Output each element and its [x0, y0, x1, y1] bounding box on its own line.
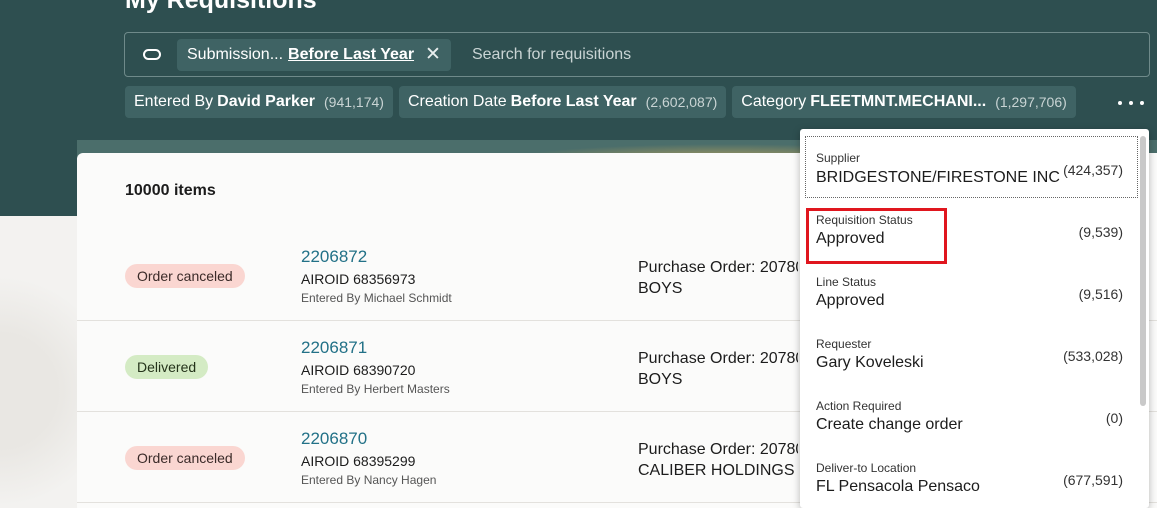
dropdown-item-label: Action Required: [816, 399, 902, 413]
dropdown-item-value: FL Pensacola Pensaco: [816, 478, 980, 495]
dropdown-item-label: Line Status: [816, 275, 877, 289]
dropdown-item-count: (9,539): [1078, 224, 1123, 240]
facet-chip-row: Entered By David Parker (941,174) Creati…: [125, 86, 1076, 118]
submission-filter-chip[interactable]: Submission... Before Last Year ✕: [177, 38, 451, 71]
status-badge: Delivered: [125, 355, 209, 379]
dropdown-item-value: BRIDGESTONE/FIRESTONE INC: [816, 169, 1060, 186]
purchase-order-text: Purchase Order: 20780: [638, 259, 798, 276]
status-badge: Order canceled: [125, 446, 245, 470]
search-input[interactable]: [471, 45, 972, 64]
entered-by-text: Entered By Nancy Hagen: [301, 473, 437, 487]
dropdown-item-count: (533,028): [1063, 348, 1123, 364]
close-icon[interactable]: ✕: [425, 45, 441, 64]
requisition-number-link[interactable]: 2206871: [301, 338, 367, 358]
page: My Requisitions Submission... Before Las…: [0, 0, 1157, 508]
dropdown-item-count: (9,516): [1078, 286, 1123, 302]
dropdown-item-label: Requester: [816, 337, 872, 351]
background-decoration: [0, 216, 77, 508]
requisition-number-link[interactable]: 2206872: [301, 247, 367, 267]
facet-count: (2,602,087): [645, 94, 718, 110]
facet-chip-entered-by[interactable]: Entered By David Parker (941,174): [125, 86, 393, 118]
dropdown-scrollbar[interactable]: [1140, 136, 1146, 406]
facet-value: Before Last Year: [510, 93, 637, 110]
dropdown-item-value: Gary Koveleski: [816, 354, 924, 371]
filter-chip-label: Submission...: [187, 45, 284, 63]
dropdown-item-value: Approved: [816, 292, 885, 309]
dropdown-item-label: Deliver-to Location: [816, 461, 917, 475]
requisition-description: AIROID 68395299: [301, 453, 416, 469]
entered-by-text: Entered By Michael Schmidt: [301, 291, 452, 305]
dropdown-item-deliver-to-location[interactable]: Deliver-to Location FL Pensacola Pensaco…: [800, 439, 1140, 501]
dropdown-item-label: Supplier: [816, 151, 861, 165]
dropdown-item-count: (0): [1105, 410, 1123, 426]
facet-count: (941,174): [324, 94, 384, 110]
requisition-description: AIROID 68356973: [301, 271, 416, 287]
facet-label: Category: [741, 93, 807, 110]
facet-chip-creation-date[interactable]: Creation Date Before Last Year (2,602,08…: [398, 86, 727, 118]
items-count: 10000 items: [125, 182, 216, 199]
facet-label: Creation Date: [407, 93, 507, 110]
page-title: My Requisitions: [125, 0, 317, 14]
supplier-text: CALIBER HOLDINGS LL: [638, 462, 798, 479]
facet-value: FLEETMNT.MECHANI...: [810, 93, 987, 110]
facet-label: Entered By: [134, 93, 214, 110]
search-bar[interactable]: Submission... Before Last Year ✕: [124, 32, 1150, 77]
dropdown-item-count: (677,591): [1063, 472, 1123, 488]
facet-count: (1,297,706): [995, 94, 1067, 110]
purchase-order-text: Purchase Order: 20780: [638, 350, 798, 367]
purchase-order-text: Purchase Order: 20780: [638, 441, 798, 458]
entered-by-text: Entered By Herbert Masters: [301, 382, 450, 396]
dropdown-item-action-required[interactable]: Action Required Create change order (0): [800, 377, 1140, 439]
facet-value: David Parker: [217, 93, 315, 110]
filter-chip-value[interactable]: Before Last Year: [288, 46, 414, 64]
dropdown-item-supplier[interactable]: Supplier BRIDGESTONE/FIRESTONE INC (424,…: [805, 136, 1138, 198]
supplier-text: BOYS: [638, 280, 683, 297]
more-options-icon[interactable]: [1118, 98, 1144, 108]
facet-dropdown-menu: Supplier BRIDGESTONE/FIRESTONE INC (424,…: [800, 129, 1149, 508]
status-badge: Order canceled: [125, 264, 245, 288]
dropdown-item-requester[interactable]: Requester Gary Koveleski (533,028): [800, 315, 1140, 377]
requisition-number-link[interactable]: 2206870: [301, 429, 367, 449]
oracle-logo-icon: [143, 49, 161, 60]
highlight-box: [806, 208, 947, 264]
requisition-description: AIROID 68390720: [301, 362, 416, 378]
supplier-text: BOYS: [638, 371, 683, 388]
dropdown-item-value: Create change order: [816, 416, 963, 433]
facet-chip-category[interactable]: Category FLEETMNT.MECHANI... (1,297,706): [732, 86, 1076, 118]
dropdown-item-count: (424,357): [1063, 162, 1123, 178]
